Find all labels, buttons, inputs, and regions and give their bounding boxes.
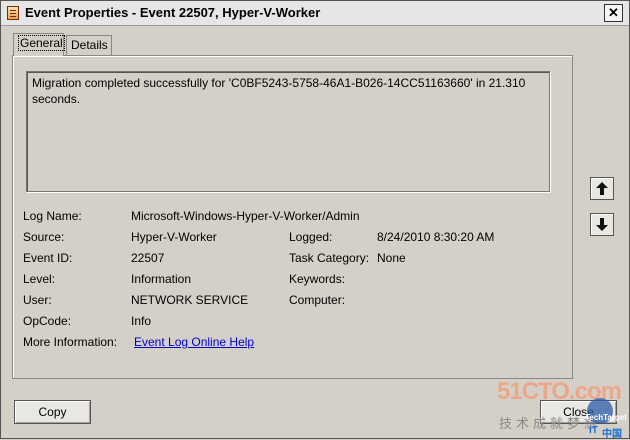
event-description-text: Migration completed successfully for 'C0… bbox=[32, 76, 526, 106]
tab-details-label: Details bbox=[71, 38, 108, 52]
arrow-up-icon bbox=[596, 182, 608, 195]
logged-label: Logged: bbox=[289, 230, 333, 244]
event-description-box[interactable]: Migration completed successfully for 'C0… bbox=[26, 71, 550, 192]
copy-button[interactable]: Copy bbox=[14, 400, 91, 424]
level-label: Level: bbox=[23, 272, 56, 286]
title-bar: Event Properties - Event 22507, Hyper-V-… bbox=[1, 1, 629, 26]
close-window-button[interactable]: ✕ bbox=[604, 4, 623, 22]
window-title: Event Properties - Event 22507, Hyper-V-… bbox=[25, 5, 321, 20]
watermark-brand-sub: 中国 bbox=[602, 429, 622, 440]
opcode-label: OpCode: bbox=[23, 314, 72, 328]
keywords-label: Keywords: bbox=[289, 272, 346, 286]
watermark-brand: TechTarget bbox=[585, 413, 627, 422]
watermark-brand2: IT bbox=[589, 425, 598, 436]
arrow-down-icon bbox=[596, 218, 608, 231]
source-value: Hyper-V-Worker bbox=[131, 230, 217, 244]
user-label: User: bbox=[23, 293, 52, 307]
previous-event-button[interactable] bbox=[590, 177, 614, 200]
tab-general-label: General bbox=[18, 35, 65, 51]
more-information-label: More Information: bbox=[23, 335, 118, 349]
level-value: Information bbox=[131, 272, 192, 286]
event-id-label: Event ID: bbox=[23, 251, 73, 265]
event-id-value: 22507 bbox=[131, 251, 165, 265]
opcode-value: Info bbox=[131, 314, 152, 328]
logged-value: 8/24/2010 8:30:20 AM bbox=[377, 230, 495, 244]
task-category-value: None bbox=[377, 251, 406, 265]
log-name-value: Microsoft-Windows-Hyper-V-Worker/Admin bbox=[131, 209, 360, 223]
next-event-button[interactable] bbox=[590, 213, 614, 236]
tab-general[interactable]: General bbox=[13, 33, 65, 56]
log-name-label: Log Name: bbox=[23, 209, 82, 223]
tab-details[interactable]: Details bbox=[66, 35, 112, 55]
event-properties-window: Event Properties - Event 22507, Hyper-V-… bbox=[0, 0, 630, 440]
source-label: Source: bbox=[23, 230, 65, 244]
event-log-online-help-link[interactable]: Event Log Online Help bbox=[134, 335, 254, 349]
user-value: NETWORK SERVICE bbox=[131, 293, 249, 307]
computer-label: Computer: bbox=[289, 293, 346, 307]
event-viewer-icon bbox=[7, 6, 19, 20]
task-category-label: Task Category: bbox=[289, 251, 370, 265]
